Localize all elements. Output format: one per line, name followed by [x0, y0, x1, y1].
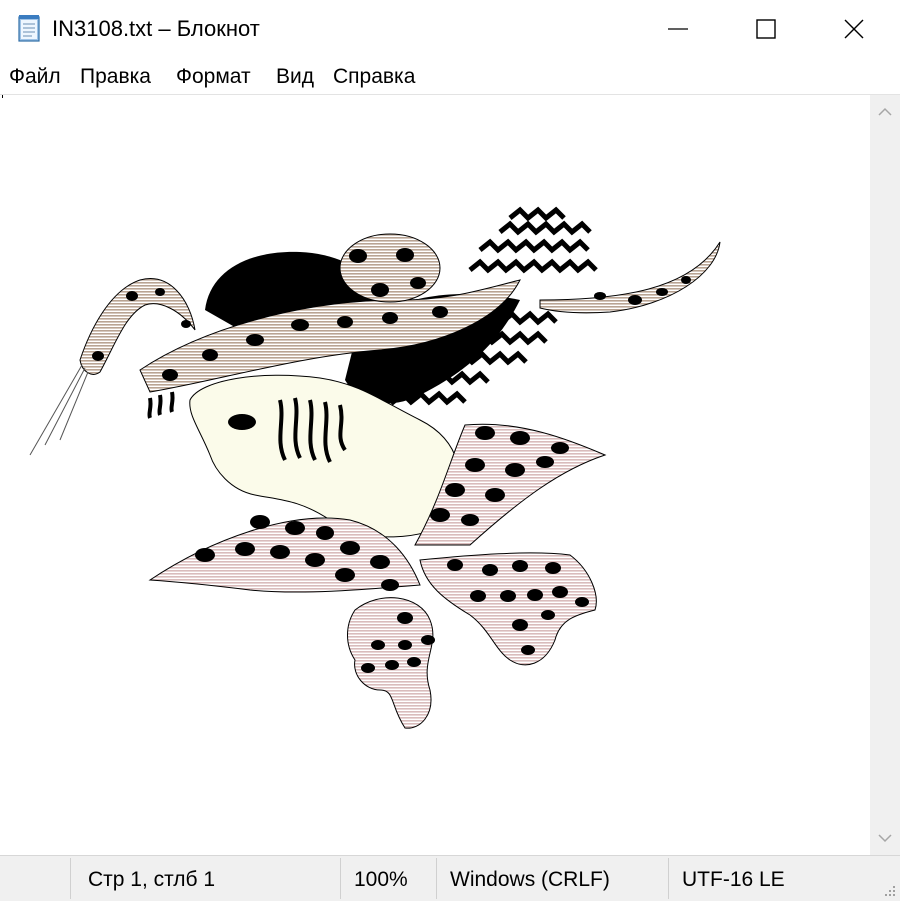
zoom-level: 100%: [354, 868, 408, 891]
menu-view[interactable]: Вид: [276, 64, 314, 90]
minimize-icon: [668, 28, 688, 30]
maximize-icon: [756, 19, 776, 39]
resize-grip-icon[interactable]: [878, 879, 898, 899]
menu-help[interactable]: Справка: [333, 64, 415, 90]
menu-edit[interactable]: Правка: [80, 64, 151, 90]
vertical-scrollbar[interactable]: [870, 95, 900, 855]
cat-whiskers: [29, 364, 89, 456]
status-separator: [340, 858, 341, 899]
hand-right: [419, 552, 597, 666]
ascii-art-picture: [29, 206, 721, 729]
menu-file[interactable]: Файл: [9, 64, 61, 90]
text-caret: [2, 95, 3, 98]
status-bar: Стр 1, стлб 1 100% Windows (CRLF) UTF-16…: [0, 855, 900, 901]
text-editor[interactable]: [0, 95, 870, 855]
title-bar[interactable]: IN3108.txt – Блокнот: [0, 0, 900, 58]
close-icon: [844, 19, 864, 39]
status-separator: [668, 858, 669, 899]
eye: [228, 414, 256, 430]
face: [189, 374, 461, 538]
encoding: UTF-16 LE: [682, 868, 785, 891]
chevron-up-icon: [878, 107, 892, 116]
scroll-up-button[interactable]: [870, 95, 900, 129]
line-endings: Windows (CRLF): [450, 868, 610, 891]
cursor-position: Стр 1, стлб 1: [88, 868, 216, 891]
hat-dome: [339, 233, 441, 303]
status-separator: [70, 858, 71, 899]
menu-format[interactable]: Формат: [176, 64, 251, 90]
menu-bar: Файл Правка Формат Вид Справка: [0, 60, 900, 95]
window-title: IN3108.txt – Блокнот: [52, 16, 260, 41]
maximize-button[interactable]: [720, 0, 812, 58]
close-button[interactable]: [808, 0, 900, 58]
minimize-button[interactable]: [632, 0, 724, 58]
notepad-icon: [16, 14, 42, 42]
scroll-down-button[interactable]: [870, 821, 900, 855]
chevron-down-icon: [878, 834, 892, 843]
status-separator: [436, 858, 437, 899]
